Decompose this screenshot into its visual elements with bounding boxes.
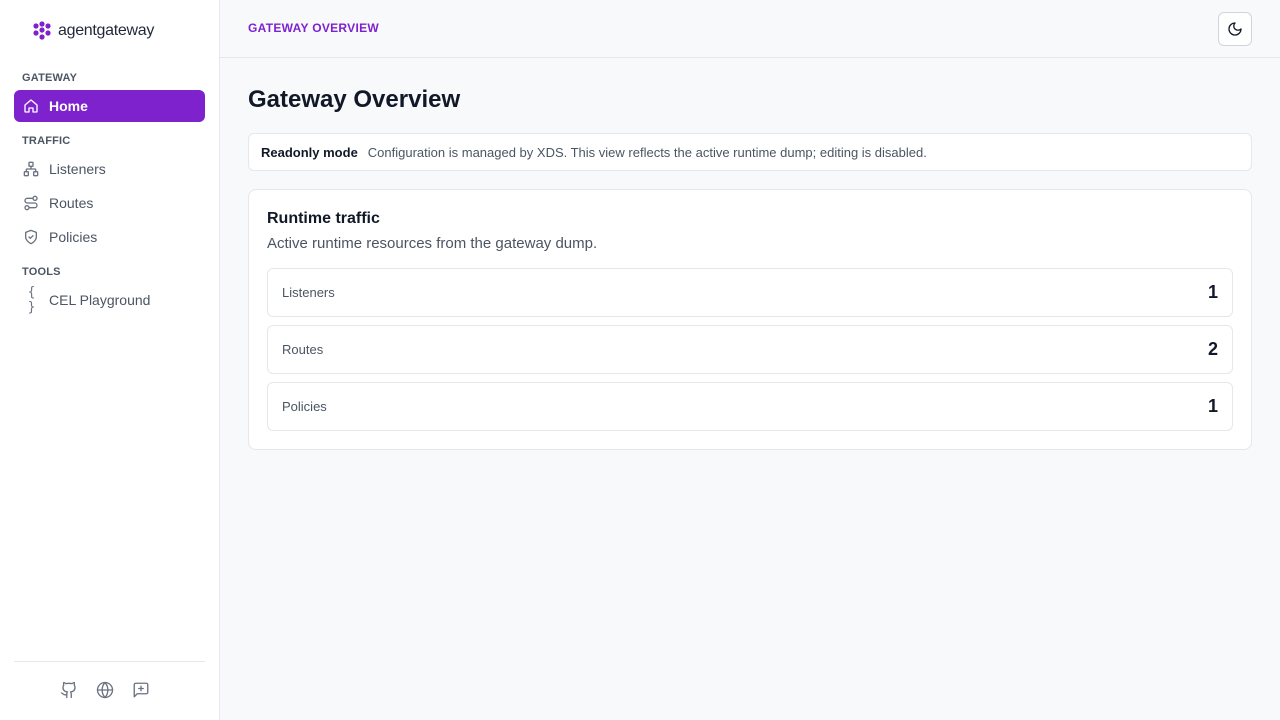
sidebar-item-label: Routes: [49, 195, 94, 211]
sidebar-item-policies[interactable]: Policies: [14, 221, 205, 253]
stat-value: 1: [1207, 396, 1218, 416]
message-plus-icon[interactable]: [132, 681, 150, 699]
stat-row-routes: Routes 2: [267, 325, 1233, 374]
sidebar-divider: [14, 661, 205, 662]
stat-row-listeners: Listeners 1: [267, 268, 1233, 317]
globe-icon[interactable]: [96, 681, 114, 699]
sidebar-item-label: CEL Playground: [49, 292, 151, 308]
section-label-traffic: TRAFFIC: [22, 135, 71, 147]
runtime-traffic-card: Runtime traffic Active runtime resources…: [248, 189, 1252, 450]
sidebar-item-label: Home: [49, 98, 88, 114]
moon-icon: [1228, 22, 1242, 36]
sidebar-item-routes[interactable]: Routes: [14, 187, 205, 219]
section-label-gateway: GATEWAY: [22, 72, 78, 84]
sidebar-item-listeners[interactable]: Listeners: [14, 153, 205, 185]
card-subtitle: Active runtime resources from the gatewa…: [267, 235, 598, 252]
card-title: Runtime traffic: [267, 210, 380, 227]
stat-value: 2: [1207, 339, 1218, 359]
stat-label: Routes: [282, 342, 324, 357]
agentgateway-logo-icon: [33, 21, 51, 40]
sidebar-item-cel-playground[interactable]: { } CEL Playground: [14, 284, 205, 316]
readonly-message: Configuration is managed by XDS. This vi…: [367, 144, 927, 160]
stat-value: 1: [1207, 282, 1218, 302]
page-title: Gateway Overview: [248, 86, 461, 113]
github-icon[interactable]: [60, 681, 78, 699]
route-icon: [24, 195, 38, 211]
stat-label: Listeners: [282, 285, 335, 300]
stat-label: Policies: [282, 399, 327, 414]
top-bar: GATEWAY OVERVIEW: [220, 0, 1280, 58]
section-label-tools: TOOLS: [22, 266, 61, 278]
brand-name: agentgateway: [58, 22, 155, 39]
header-title: GATEWAY OVERVIEW: [248, 21, 380, 35]
sidebar-item-label: Listeners: [49, 161, 106, 177]
sidebar-footer: [60, 681, 150, 699]
braces-icon: { }: [27, 285, 36, 315]
brand[interactable]: agentgateway: [33, 20, 154, 42]
stat-row-policies: Policies 1: [267, 382, 1233, 431]
readonly-label: Readonly mode: [261, 144, 358, 160]
theme-toggle-button[interactable]: [1218, 12, 1252, 46]
home-icon: [24, 99, 38, 113]
sidebar-item-home[interactable]: Home: [14, 90, 205, 122]
network-icon: [23, 161, 39, 177]
shield-check-icon: [25, 229, 37, 245]
readonly-banner: Readonly mode Configuration is managed b…: [248, 133, 1252, 171]
sidebar-item-label: Policies: [49, 229, 98, 245]
sidebar: agentgateway GATEWAY Home TRAFFIC Listen…: [0, 0, 220, 720]
